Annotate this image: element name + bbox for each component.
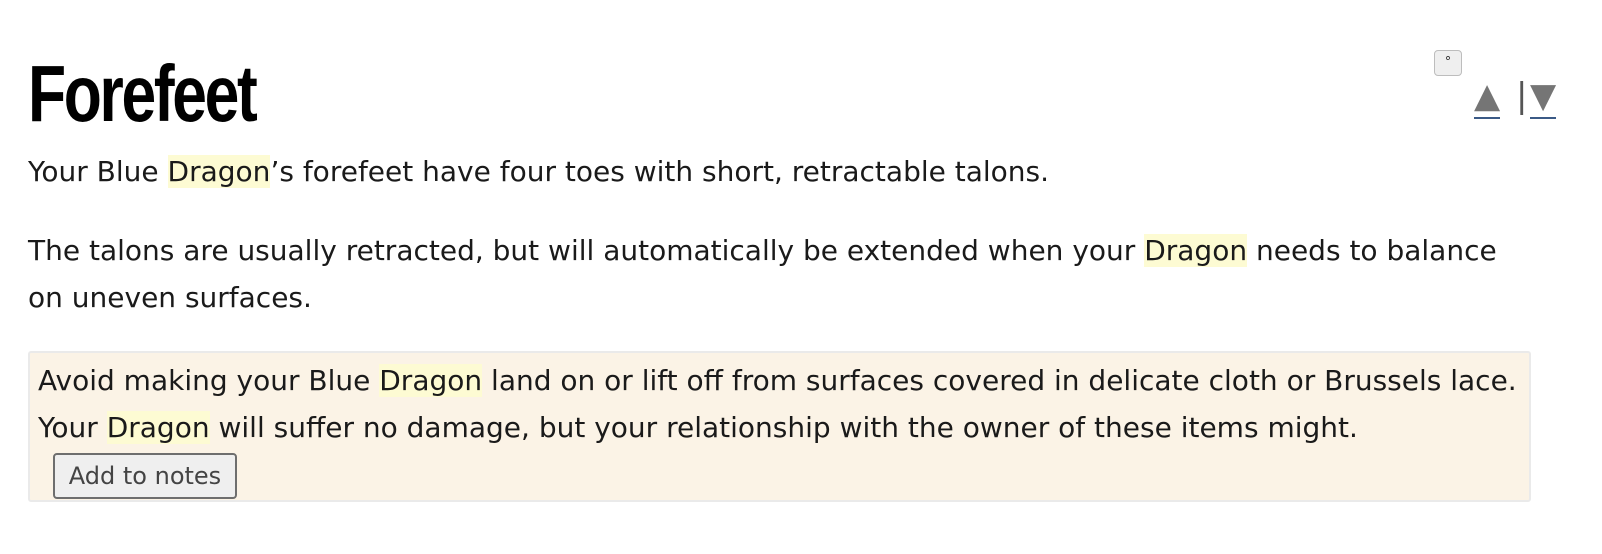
nav-separator: | — [1516, 76, 1528, 116]
warning-callout: Avoid making your Blue Dragon land on or… — [28, 351, 1531, 502]
section-controls: ° ▲ | ▼ — [1434, 50, 1564, 122]
paragraph-text: Your Blue — [28, 155, 168, 188]
previous-section-icon[interactable]: ▲ — [1474, 76, 1501, 119]
paragraph-text: The talons are usually retracted, but wi… — [28, 234, 1145, 267]
highlighted-term: Dragon — [1144, 234, 1248, 267]
section-navigation: ▲ | ▼ — [1474, 76, 1566, 120]
section-title: Forefeet — [28, 49, 258, 138]
paragraph-forefeet-toes: Your Blue Dragon’s forefeet have four to… — [28, 148, 1538, 195]
callout-text-part: Avoid making your Blue — [38, 364, 380, 397]
callout-text: Avoid making your Blue Dragon land on or… — [38, 357, 1518, 451]
next-section-icon[interactable]: ▼ — [1530, 76, 1557, 119]
highlighted-term: Dragon — [106, 411, 210, 444]
paragraph-talons: The talons are usually retracted, but wi… — [28, 227, 1538, 321]
add-to-notes-button[interactable]: Add to notes — [53, 453, 237, 499]
callout-text-part: will suffer no damage, but your relation… — [209, 411, 1358, 444]
highlighted-term: Dragon — [379, 364, 483, 397]
highlighted-term: Dragon — [167, 155, 271, 188]
toggle-button[interactable]: ° — [1434, 50, 1462, 76]
paragraph-text: ’s forefeet have four toes with short, r… — [270, 155, 1050, 188]
